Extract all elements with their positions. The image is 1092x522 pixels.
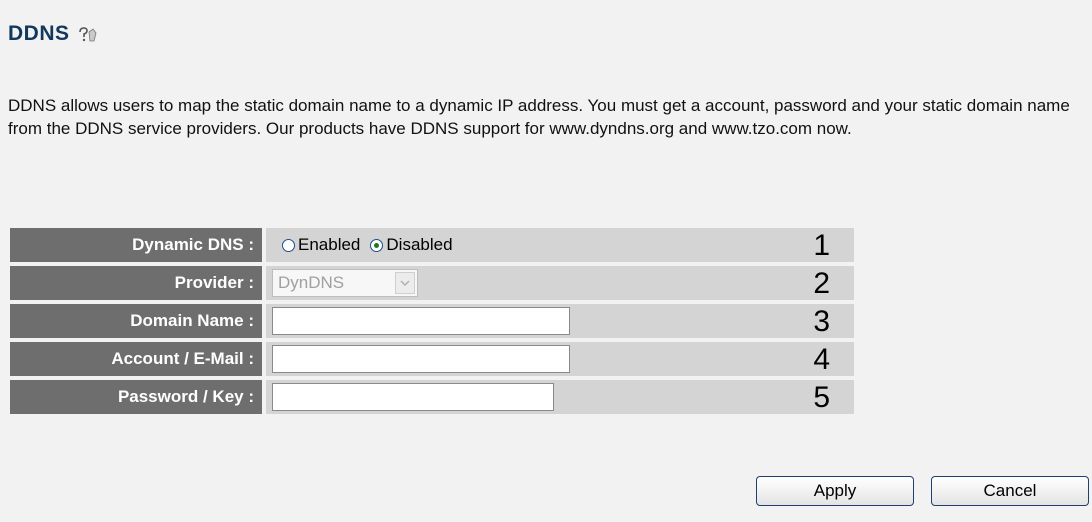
domain-name-label: Domain Name :: [10, 304, 262, 338]
radio-enabled-circle[interactable]: [282, 238, 295, 252]
provider-selected-value: DynDNS: [278, 273, 345, 292]
dynamic-dns-label: Dynamic DNS :: [10, 228, 262, 262]
radio-disabled-circle[interactable]: [370, 238, 384, 252]
marker-3: 3: [813, 305, 830, 338]
marker-2: 2: [813, 267, 830, 300]
title-row: DDNS: [8, 22, 98, 46]
marker-1: 1: [813, 229, 830, 262]
password-key-input[interactable]: [272, 383, 554, 411]
row-dynamic-dns: Dynamic DNS : Enabled Disabled 1: [10, 228, 854, 262]
row-password-key: Password / Key : 5: [10, 380, 854, 414]
ddns-form: Dynamic DNS : Enabled Disabled 1 Provide…: [10, 228, 854, 418]
cancel-button[interactable]: Cancel: [931, 476, 1089, 506]
row-provider: Provider : DynDNS 2: [10, 266, 854, 300]
domain-name-input[interactable]: [272, 307, 570, 335]
account-email-input[interactable]: [272, 345, 570, 373]
account-email-label: Account / E-Mail :: [10, 342, 262, 376]
marker-4: 4: [813, 343, 830, 376]
page-title: DDNS: [8, 22, 70, 45]
radio-disabled[interactable]: Disabled: [370, 235, 453, 255]
dynamic-dns-value: Enabled Disabled 1: [266, 228, 854, 262]
description-text: DDNS allows users to map the static doma…: [8, 96, 1070, 138]
radio-enabled-label: Enabled: [298, 235, 361, 254]
domain-name-value: 3: [266, 304, 854, 338]
account-email-value: 4: [266, 342, 854, 376]
help-question-icon[interactable]: [76, 25, 98, 43]
ddns-page: DDNS DDNS allows users to map the static…: [0, 0, 1092, 522]
marker-5: 5: [813, 381, 830, 414]
apply-button[interactable]: Apply: [756, 476, 914, 506]
row-account-email: Account / E-Mail : 4: [10, 342, 854, 376]
provider-value: DynDNS 2: [266, 266, 854, 300]
radio-disabled-label: Disabled: [386, 235, 453, 254]
chevron-down-icon[interactable]: [395, 272, 415, 294]
row-domain-name: Domain Name : 3: [10, 304, 854, 338]
password-key-label: Password / Key :: [10, 380, 262, 414]
radio-enabled[interactable]: Enabled: [282, 235, 360, 255]
password-key-value: 5: [266, 380, 854, 414]
provider-label: Provider :: [10, 266, 262, 300]
provider-select[interactable]: DynDNS: [272, 269, 418, 297]
button-bar: Apply Cancel: [756, 476, 1089, 506]
